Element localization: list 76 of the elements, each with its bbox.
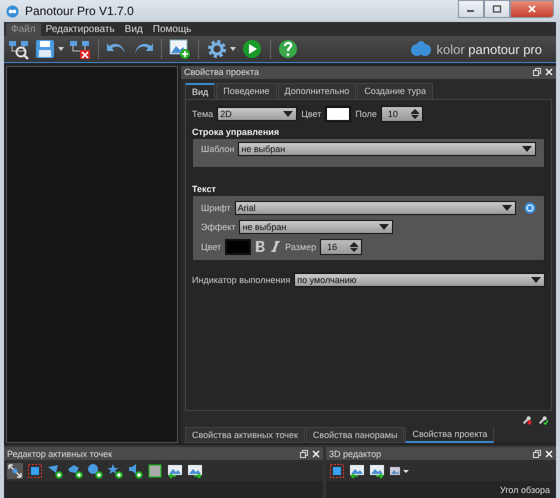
bold-icon[interactable] [255, 240, 266, 254]
field-label: Цвет [301, 108, 322, 119]
tab[interactable]: Свойства активных точек [185, 427, 305, 443]
caret-icon[interactable] [230, 47, 236, 51]
close-icon[interactable] [545, 450, 553, 458]
frame-tool-icon[interactable] [147, 462, 163, 478]
font-dropdown[interactable]: Arial [234, 200, 516, 215]
open-network-icon[interactable] [8, 38, 30, 60]
size-spinbox[interactable]: 16 [320, 238, 362, 255]
field-label: Тема [192, 108, 214, 119]
tab[interactable]: Дополнительно [278, 82, 356, 99]
img-left-tool-icon[interactable] [167, 462, 183, 478]
select-tool-icon[interactable] [27, 462, 43, 478]
save-icon[interactable] [34, 38, 56, 60]
field-label: Эффект [201, 222, 236, 232]
logo-icon [410, 40, 432, 58]
img-left-tool-icon[interactable] [349, 462, 365, 478]
panel-title: Свойства проекта [184, 67, 259, 78]
field-label: Поле [355, 108, 377, 119]
italic-icon[interactable] [270, 240, 282, 254]
progress-dropdown[interactable]: по умолчанию [294, 272, 545, 287]
close-icon[interactable] [312, 450, 320, 458]
template-dropdown[interactable]: не выбран [238, 142, 536, 156]
sphere-tool-icon[interactable] [87, 462, 103, 478]
field-label: Шрифт [201, 202, 231, 213]
close-icon[interactable] [545, 68, 553, 76]
tab[interactable]: Создание тура [357, 82, 434, 99]
minimize-button[interactable] [458, 0, 484, 18]
plane-tool-icon[interactable] [47, 462, 63, 478]
img-right-tool-icon[interactable] [187, 462, 203, 478]
gear-icon[interactable] [206, 38, 228, 60]
sound-tool-icon[interactable] [127, 462, 143, 478]
float-icon[interactable] [300, 450, 308, 458]
tab[interactable]: Свойства панорамы [306, 427, 404, 443]
fov-label: Угол обзора [500, 485, 550, 495]
panel-title: Редактор активных точек [7, 448, 112, 458]
panel-title: 3D редактор [329, 448, 382, 458]
tab[interactable]: Свойства проекта [405, 427, 494, 443]
close-project-icon[interactable] [69, 38, 91, 60]
float-icon[interactable] [533, 450, 541, 458]
help-icon[interactable] [278, 38, 300, 60]
effect-dropdown[interactable]: не выбран [239, 220, 394, 234]
logo-text: kolor panotour pro [436, 42, 542, 56]
field-label: Шаблон [201, 144, 234, 154]
section-heading: Текст [192, 184, 217, 194]
tool-icon[interactable] [522, 415, 532, 425]
tab[interactable]: Вид [185, 82, 216, 99]
play-icon[interactable] [241, 38, 263, 60]
app-logo-icon [6, 4, 19, 18]
close-icon [527, 5, 537, 13]
info-icon[interactable] [524, 202, 536, 214]
maximize-icon [492, 5, 502, 13]
maximize-button[interactable] [484, 0, 510, 18]
margin-spinbox[interactable]: 10 [380, 106, 423, 122]
section-heading: Строка управления [192, 126, 280, 137]
theme-dropdown[interactable]: 2D [217, 106, 298, 121]
move-tool-icon[interactable] [7, 462, 23, 478]
add-image-icon[interactable] [169, 38, 191, 60]
poly-tool-icon[interactable] [67, 462, 83, 478]
menu-item[interactable]: Редактировать [40, 22, 120, 36]
tab[interactable]: Поведение [216, 82, 277, 99]
select-tool-icon[interactable] [329, 462, 345, 478]
tool-icon[interactable] [538, 415, 548, 425]
float-icon[interactable] [533, 68, 541, 76]
menu-item[interactable]: Помощь [148, 22, 196, 36]
color-swatch[interactable] [325, 106, 352, 122]
star-tool-icon[interactable] [107, 462, 123, 478]
color-swatch[interactable] [225, 238, 252, 255]
field-label: Цвет [201, 242, 222, 252]
window-title: Panotour Pro V1.7.0 [25, 4, 134, 18]
img-right-tool-icon[interactable] [369, 462, 385, 478]
menu-item[interactable]: Вид [120, 22, 148, 36]
field-label: Размер [285, 242, 316, 252]
close-button[interactable] [510, 0, 554, 18]
caret-icon[interactable] [58, 47, 64, 51]
field-label: Индикатор выполнения [192, 274, 290, 285]
